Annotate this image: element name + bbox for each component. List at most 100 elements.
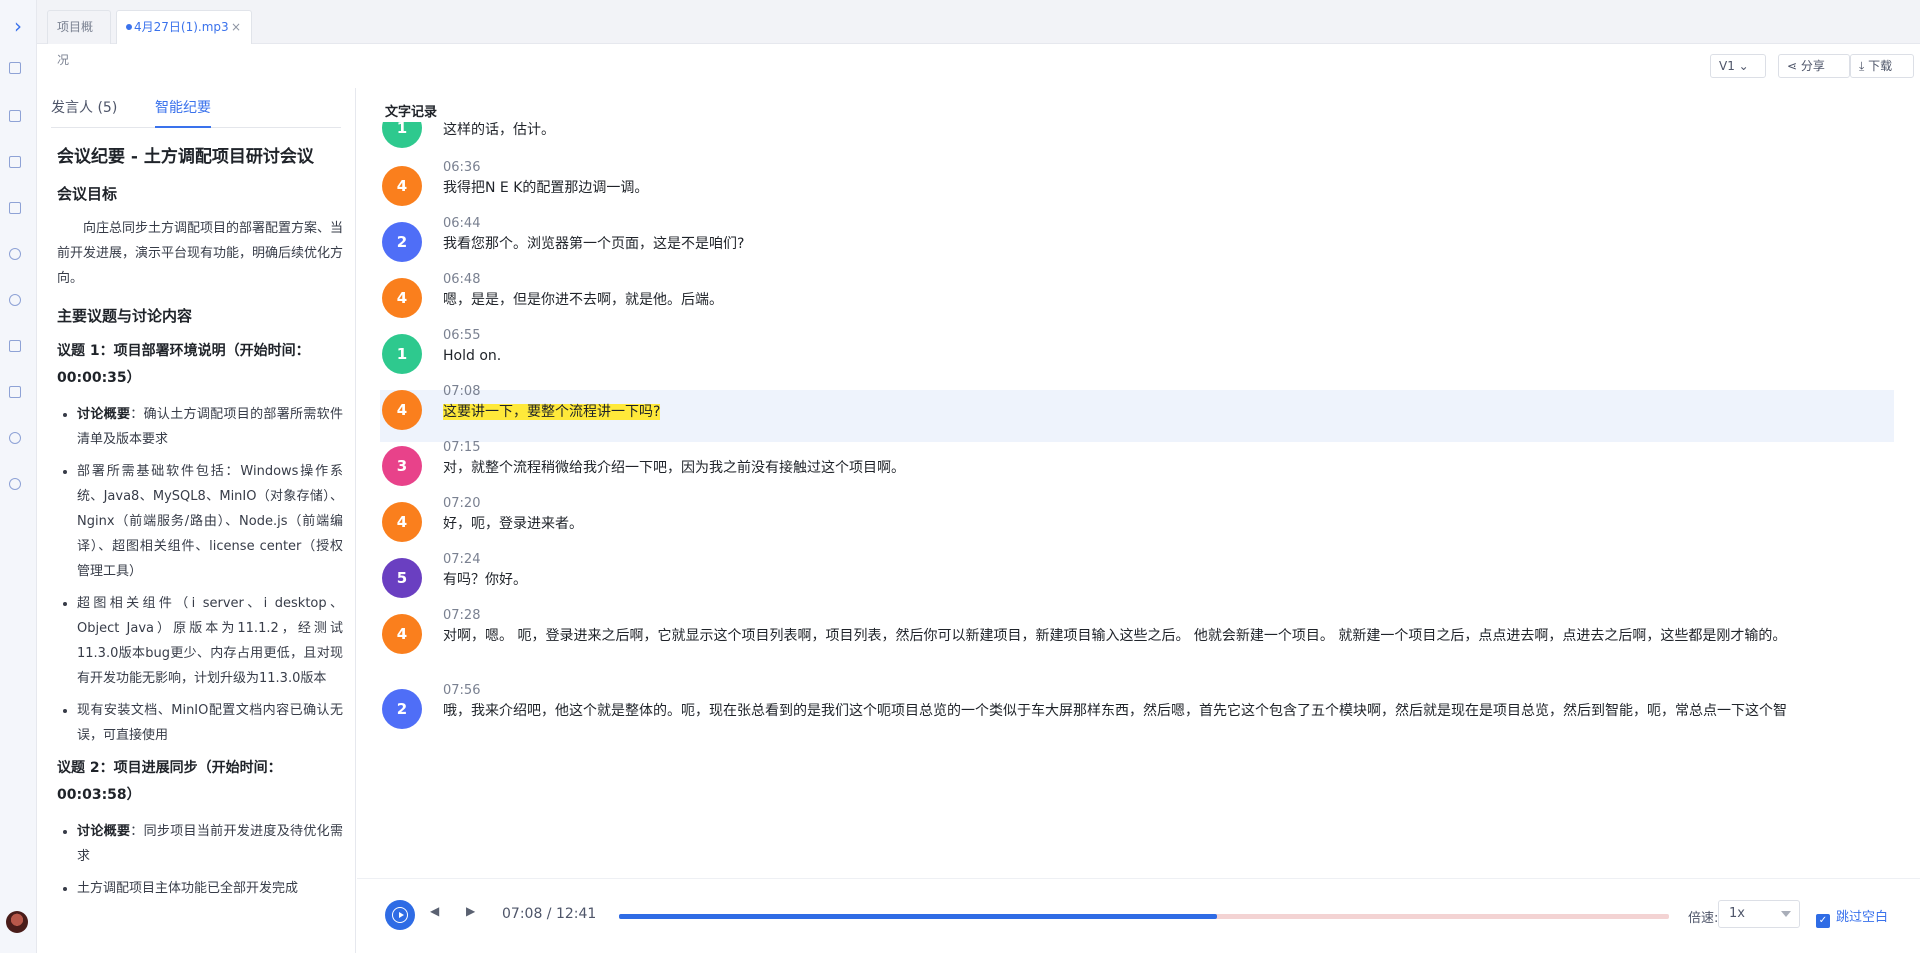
- version-label: V1: [1719, 59, 1735, 73]
- entry-time[interactable]: 07:24: [443, 552, 480, 567]
- entry-text: 对啊，嗯。 呃，登录进来之后啊，它就显示这个项目列表啊，项目列表，然后你可以新建…: [443, 628, 1787, 644]
- folder-icon[interactable]: [9, 110, 21, 122]
- share-icon: ⋖: [1787, 59, 1798, 73]
- entry-text: 这要讲一下，要整个流程讲一下吗?: [443, 401, 1883, 424]
- entry-text: 这样的话，估计。: [443, 122, 555, 138]
- topic1-list: 讨论概要：确认土方调配项目的部署所需软件清单及版本要求 部署所需基础软件包括：W…: [57, 402, 343, 748]
- tab-project-overview[interactable]: 项目概况: [47, 10, 111, 67]
- entry-text: 我看您那个。浏览器第一个页面，这是不是咱们?: [443, 236, 745, 252]
- list-item-text: 土方调配项目主体功能已全部开发完成: [77, 881, 299, 896]
- list-item-text: 部署所需基础软件包括：Windows操作系统、Java8、MySQL8、MinI…: [77, 464, 343, 579]
- side-rail: ›: [0, 0, 37, 953]
- list-item-bold: 讨论概要: [77, 824, 131, 839]
- speaker-badge: 2: [382, 689, 422, 729]
- current-sentence-highlight: 这要讲一下，要整个流程讲一下吗?: [443, 404, 661, 420]
- entry-text: 我得把N E K的配置那边调一调。: [443, 180, 649, 196]
- summary-title: 会议纪要 - 土方调配项目研讨会议: [57, 147, 314, 167]
- version-select[interactable]: V1 ⌄: [1710, 54, 1766, 78]
- entry-time[interactable]: 07:08: [443, 384, 480, 399]
- playback-time: 07:08 / 12:41: [502, 906, 597, 922]
- skip-label: 跳过空白: [1836, 910, 1889, 925]
- tab-bar: 项目概况 4月27日(1).mp3 ×: [37, 0, 1920, 67]
- audio-player: ◀ ▶ 07:08 / 12:41 倍速: 1x ✓ 跳过空白: [357, 878, 1920, 953]
- list-item-text: 超图相关组件（i server、i desktop、Object Java）原版…: [77, 596, 343, 686]
- speaker-badge: 4: [382, 614, 422, 654]
- avatar[interactable]: [6, 911, 28, 933]
- speaker-badge: 5: [382, 558, 422, 598]
- chevron-down-icon: ⌄: [1738, 59, 1749, 73]
- close-icon[interactable]: ×: [231, 11, 241, 44]
- next-icon[interactable]: ▶: [466, 904, 475, 918]
- entry-text: 有吗？你好。: [443, 572, 527, 588]
- tab-audio-file[interactable]: 4月27日(1).mp3 ×: [116, 10, 252, 44]
- list-item: 土方调配项目主体功能已全部开发完成: [77, 876, 343, 901]
- topics-heading: 主要议题与讨论内容: [57, 307, 193, 325]
- entry-text: Hold on.: [443, 348, 502, 364]
- list-item: 部署所需基础软件包括：Windows操作系统、Java8、MySQL8、MinI…: [77, 459, 343, 584]
- list-item-text: 现有安装文档、MinIO配置文档内容已确认无误，可直接使用: [77, 703, 343, 743]
- download-icon: ⤓: [1859, 59, 1865, 73]
- entry-text: 哦，我来介绍吧，他这个就是整体的。呃，现在张总看到的是我们这个呃项目总览的一个类…: [443, 703, 1787, 719]
- speed-label: 倍速:: [1688, 911, 1719, 926]
- folder-icon[interactable]: [9, 156, 21, 168]
- tab-smart-minutes[interactable]: 智能纪要: [155, 98, 211, 128]
- list-item: 超图相关组件（i server、i desktop、Object Java）原版…: [77, 591, 343, 691]
- entry-time[interactable]: 07:20: [443, 496, 480, 511]
- topic2-heading: 议题 2：项目进展同步（开始时间：00:03:58）: [57, 760, 282, 803]
- list-item: 讨论概要：确认土方调配项目的部署所需软件清单及版本要求: [77, 402, 343, 452]
- entry-time[interactable]: 07:56: [443, 683, 480, 698]
- share-button[interactable]: ⋖ 分享: [1778, 54, 1850, 78]
- settings-icon[interactable]: [9, 478, 21, 490]
- meeting-summary: 会议纪要 - 土方调配项目研讨会议 会议目标 向庄总同步土方调配项目的部署配置方…: [57, 142, 343, 908]
- entry-time[interactable]: 06:55: [443, 328, 480, 343]
- skip-silence-toggle[interactable]: ✓ 跳过空白: [1816, 906, 1888, 928]
- list-item: 讨论概要：同步项目当前开发进度及待优化需求: [77, 819, 343, 869]
- goal-heading: 会议目标: [57, 185, 118, 203]
- speaker-badge: 3: [382, 446, 422, 486]
- transcript-entry[interactable]: 4 07:08 这要讲一下，要整个流程讲一下吗?: [380, 384, 1894, 442]
- progress-track[interactable]: [619, 914, 1669, 919]
- tab-speakers[interactable]: 发言人 (5): [51, 98, 117, 128]
- transcript-title: 文字记录: [385, 105, 438, 120]
- folder-icon[interactable]: [9, 202, 21, 214]
- expand-chevron-icon[interactable]: ›: [8, 14, 28, 38]
- speed-value: 1x: [1729, 906, 1745, 921]
- summary-panel: 发言人 (5) 智能纪要 会议纪要 - 土方调配项目研讨会议 会议目标 向庄总同…: [37, 88, 356, 953]
- summary-tabs: 发言人 (5) 智能纪要: [51, 98, 341, 128]
- download-label: 下载: [1868, 59, 1893, 73]
- settings-icon[interactable]: [9, 294, 21, 306]
- speaker-badge: 4: [382, 502, 422, 542]
- share-label: 分享: [1800, 59, 1825, 73]
- settings-icon[interactable]: [9, 248, 21, 260]
- user-icon[interactable]: [9, 432, 21, 444]
- list-item: 现有安装文档、MinIO配置文档内容已确认无误，可直接使用: [77, 698, 343, 748]
- speaker-badge: 4: [382, 390, 422, 430]
- speaker-badge: 1: [382, 334, 422, 374]
- topic2-list: 讨论概要：同步项目当前开发进度及待优化需求 土方调配项目主体功能已全部开发完成: [57, 819, 343, 901]
- transcript-list[interactable]: 106:28这样的话，估计。406:36我得把N E K的配置那边调一调。206…: [380, 122, 1894, 878]
- speaker-badge: 2: [382, 222, 422, 262]
- tab-label: 4月27日(1).mp3: [134, 20, 229, 34]
- transcript-entry[interactable]: 4 07:28 对啊，嗯。 呃，登录进来之后啊，它就显示这个项目列表啊，项目列表，然…: [380, 608, 1894, 694]
- folder-icon[interactable]: [9, 340, 21, 352]
- entry-time[interactable]: 06:44: [443, 216, 480, 231]
- entry-time[interactable]: 07:28: [443, 608, 480, 623]
- entry-text: 对，就整个流程稍微给我介绍一下吧，因为我之前没有接触过这个项目啊。: [443, 460, 905, 476]
- speaker-badge: 1: [382, 122, 422, 148]
- prev-icon[interactable]: ◀: [430, 904, 439, 918]
- speaker-badge: 4: [382, 166, 422, 206]
- entry-time[interactable]: 06:48: [443, 272, 480, 287]
- goal-text: 向庄总同步土方调配项目的部署配置方案、当前开发进展，演示平台现有功能，明确后续优…: [57, 221, 344, 286]
- play-button[interactable]: [385, 900, 415, 930]
- calendar-icon[interactable]: [9, 386, 21, 398]
- speaker-badge: 4: [382, 278, 422, 318]
- download-button[interactable]: ⤓ 下载: [1850, 54, 1914, 78]
- checkbox-icon: ✓: [1816, 914, 1830, 928]
- entry-text: 嗯，是是，但是你进不去啊，就是他。后端。: [443, 292, 723, 308]
- chevron-down-icon: [1781, 911, 1791, 917]
- entry-time[interactable]: 06:36: [443, 160, 480, 175]
- speed-select[interactable]: 1x: [1718, 900, 1800, 928]
- doc-icon[interactable]: [9, 62, 21, 74]
- entry-time[interactable]: 07:15: [443, 440, 480, 455]
- transcript-entry[interactable]: 2 07:56 哦，我来介绍吧，他这个就是整体的。呃，现在张总看到的是我们这个呃项目…: [380, 683, 1894, 769]
